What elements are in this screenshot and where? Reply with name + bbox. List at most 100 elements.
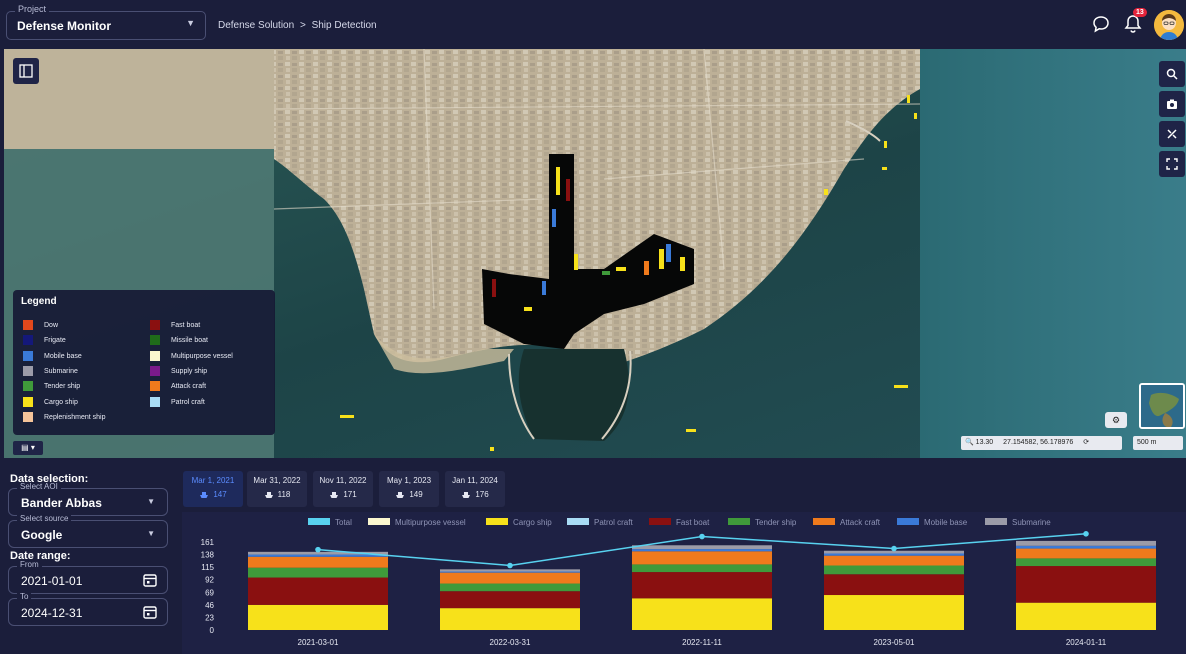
bar-segment[interactable] [440, 569, 580, 572]
bar-segment[interactable] [632, 564, 772, 573]
legend-label: Mobile base [44, 352, 82, 360]
legend-item: Attack craft [150, 381, 206, 392]
legend-swatch [23, 366, 33, 377]
bar-segment[interactable] [632, 545, 772, 550]
calendar-icon[interactable] [143, 605, 157, 619]
date-to-field[interactable]: To 2024-12-31 [8, 592, 168, 626]
project-select-label: Project [15, 4, 50, 14]
date-from-field[interactable]: From 2021-01-01 [8, 560, 168, 594]
bar-segment[interactable] [440, 572, 580, 584]
tab-count: 176 [475, 490, 489, 499]
tab-date-label: May 1, 2023 [386, 476, 432, 485]
bar-segment[interactable] [632, 551, 772, 565]
legend-swatch [23, 396, 33, 407]
legend-swatch [150, 320, 160, 331]
project-select[interactable]: Project Defense Monitor ▼ [6, 4, 206, 40]
bar-segment[interactable] [440, 571, 580, 573]
chart-legend-label: Patrol craft [594, 518, 633, 527]
chart-legend-item[interactable]: Mobile base [897, 518, 967, 527]
chart-legend-item[interactable]: Multipurpose vessel [368, 518, 466, 527]
legend-label: Multipurpose vessel [171, 352, 233, 360]
total-point[interactable] [315, 546, 321, 553]
map-measure-button[interactable] [1159, 121, 1185, 147]
bar-segment[interactable] [824, 595, 964, 630]
minimap[interactable] [1139, 383, 1185, 429]
calendar-icon[interactable] [143, 573, 157, 587]
tab-count: 147 [213, 490, 227, 499]
map-settings-button[interactable]: ⚙ [1105, 412, 1127, 428]
tab-date-2[interactable]: Nov 11, 2022 171 [313, 471, 373, 507]
bar-segment[interactable] [1016, 558, 1156, 567]
chart-legend-item[interactable]: Patrol craft [567, 518, 633, 527]
legend-swatch [23, 320, 33, 331]
bar-segment[interactable] [1016, 545, 1156, 549]
avatar[interactable] [1154, 10, 1184, 40]
chart-legend-item[interactable]: Attack craft [813, 518, 880, 527]
legend-item: Fast boat [150, 320, 200, 331]
bar-segment[interactable] [1016, 566, 1156, 603]
bar-segment[interactable] [824, 553, 964, 556]
tab-date-label: Mar 1, 2021 [191, 476, 235, 485]
refresh-icon[interactable]: ⟳ [1083, 439, 1089, 446]
legend-label: Supply ship [171, 367, 208, 375]
tab-date-1[interactable]: Mar 31, 2022 118 [247, 471, 307, 507]
bar-segment[interactable] [440, 591, 580, 609]
aoi-select[interactable]: Select AOI Bander Abbas ▼ [8, 482, 168, 516]
tab-date-0[interactable]: Mar 1, 2021 147 [183, 471, 243, 507]
bar-segment[interactable] [248, 604, 388, 630]
date-from-label: From [17, 560, 42, 569]
bar-segment[interactable] [632, 572, 772, 599]
bar-segment[interactable] [440, 608, 580, 630]
bar-segment[interactable] [1016, 602, 1156, 630]
chart-legend-item[interactable]: Total [308, 518, 352, 527]
sidebar-toggle-button[interactable] [13, 58, 39, 84]
source-select[interactable]: Select source Google ▼ [8, 514, 168, 548]
ship-icon [264, 492, 273, 498]
bar-segment[interactable] [248, 567, 388, 578]
bar-segment[interactable] [440, 583, 580, 592]
bar-segment[interactable] [824, 565, 964, 575]
legend-item: Supply ship [150, 366, 207, 377]
bar-segment[interactable] [824, 574, 964, 596]
breadcrumb-root[interactable]: Defense Solution [218, 20, 294, 31]
legend-swatch [150, 396, 160, 407]
layers-button[interactable]: ▤ ▾ [13, 441, 43, 455]
chart-legend-swatch [368, 518, 390, 525]
total-point[interactable] [699, 533, 705, 540]
legend-title: Legend [21, 296, 57, 307]
chart-legend-label: Multipurpose vessel [395, 518, 466, 527]
bar-segment[interactable] [824, 555, 964, 566]
bar-segment[interactable] [1016, 548, 1156, 559]
chart-legend-label: Fast boat [676, 518, 710, 527]
bar-segment[interactable] [248, 556, 388, 568]
satellite-map[interactable]: Legend Dow Frigate Mobile base Submarine Ten… [4, 49, 1186, 458]
ship-icon [330, 492, 339, 498]
bar-segment[interactable] [248, 554, 388, 557]
total-point[interactable] [1083, 531, 1089, 537]
tab-date-4[interactable]: Jan 11, 2024 176 [445, 471, 505, 507]
chart-legend-label: Tender ship [755, 518, 797, 527]
chart-legend-item[interactable]: Submarine [985, 518, 1051, 527]
chart-legend-item[interactable]: Cargo ship [486, 518, 552, 527]
chart-legend-item[interactable]: Tender ship [728, 518, 796, 527]
bar-segment[interactable] [1016, 540, 1156, 546]
map-screenshot-button[interactable] [1159, 91, 1185, 117]
chart-legend-item[interactable]: Fast boat [649, 518, 709, 527]
total-point[interactable] [891, 545, 897, 552]
chat-icon[interactable] [1092, 15, 1110, 33]
minimap-image [1141, 385, 1183, 427]
bell-icon[interactable] [1124, 14, 1142, 34]
tab-date-3[interactable]: May 1, 2023 149 [379, 471, 439, 507]
x-tick-label: 2021-03-01 [298, 638, 339, 647]
ship-count-chart: Total Multipurpose vessel Cargo ship Patrol… [182, 512, 1186, 654]
total-point[interactable] [507, 562, 513, 569]
map-search-button[interactable] [1159, 61, 1185, 87]
bar-segment[interactable] [632, 598, 772, 630]
bar-segment[interactable] [632, 549, 772, 552]
y-tick-label: 69 [205, 588, 214, 597]
chart-canvas: 0 23 46 69 92 115 138 161 2021-03-01 2022-03-31 20… [201, 531, 1156, 647]
layers-icon: ▤ ▾ [21, 443, 35, 452]
bar-segment[interactable] [248, 577, 388, 605]
source-select-label: Select source [17, 514, 72, 523]
map-fullscreen-button[interactable] [1159, 151, 1185, 177]
